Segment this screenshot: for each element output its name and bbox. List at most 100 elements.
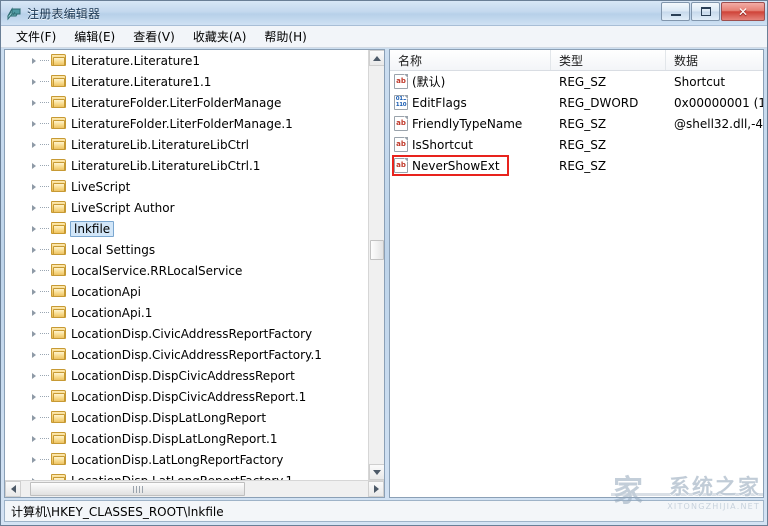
expand-arrow-icon[interactable] bbox=[32, 309, 36, 316]
folder-icon bbox=[51, 159, 66, 172]
chevron-down-icon bbox=[373, 469, 381, 475]
value-name-cell: ab FriendlyTypeName bbox=[390, 116, 551, 131]
tree-scroll-up-button[interactable] bbox=[369, 50, 384, 66]
value-row[interactable]: ab FriendlyTypeName REG_SZ @shell32.dll,-4 bbox=[390, 113, 763, 134]
tree-hscroll-thumb[interactable] bbox=[30, 482, 245, 496]
minimize-icon bbox=[671, 14, 681, 16]
column-header-type[interactable]: 类型 bbox=[551, 50, 666, 70]
tree-node[interactable]: LocationDisp.DispCivicAddressReport bbox=[5, 365, 367, 386]
tree-connector bbox=[40, 291, 49, 293]
tree-node[interactable]: Local Settings bbox=[5, 239, 367, 260]
tree-connector bbox=[40, 186, 49, 188]
tree-scroll-down-button[interactable] bbox=[369, 464, 384, 480]
expand-arrow-icon[interactable] bbox=[32, 456, 36, 463]
tree-connector bbox=[40, 144, 49, 146]
tree-node[interactable]: Literature.Literature1 bbox=[5, 50, 367, 71]
folder-icon bbox=[51, 117, 66, 130]
expand-arrow-icon[interactable] bbox=[32, 372, 36, 379]
value-name-cell: 011 110 EditFlags bbox=[390, 95, 551, 110]
grip-line bbox=[141, 485, 143, 493]
expand-arrow-icon[interactable] bbox=[32, 183, 36, 190]
grip-line bbox=[135, 485, 137, 493]
value-row[interactable]: ab IsShortcut REG_SZ bbox=[390, 134, 763, 155]
tree-node[interactable]: LocationDisp.DispLatLongReport.1 bbox=[5, 428, 367, 449]
tree-node[interactable]: LocationApi bbox=[5, 281, 367, 302]
tree-node[interactable]: LiveScript Author bbox=[5, 197, 367, 218]
folder-icon bbox=[51, 348, 66, 361]
column-header-data[interactable]: 数据 bbox=[666, 50, 763, 70]
tree-node-label: LocalService.RRLocalService bbox=[71, 263, 243, 278]
folder-icon bbox=[51, 306, 66, 319]
tree-node[interactable]: LocationDisp.LatLongReportFactory.1 bbox=[5, 470, 367, 480]
tree-node-label: LiveScript Author bbox=[71, 200, 175, 215]
maximize-icon bbox=[701, 7, 711, 16]
expand-arrow-icon[interactable] bbox=[32, 141, 36, 148]
chevron-left-icon bbox=[10, 485, 16, 493]
tree-node[interactable]: LocationDisp.LatLongReportFactory bbox=[5, 449, 367, 470]
string-value-icon: ab bbox=[394, 158, 408, 173]
chevron-right-icon bbox=[373, 485, 379, 493]
value-name-label: IsShortcut bbox=[412, 137, 473, 152]
expand-arrow-icon[interactable] bbox=[32, 246, 36, 253]
registry-tree[interactable]: Literature.Literature1 Literature.Literat… bbox=[5, 50, 367, 480]
close-icon: ✕ bbox=[737, 4, 749, 19]
menu-edit[interactable]: 编辑(E) bbox=[65, 26, 124, 47]
expand-arrow-icon[interactable] bbox=[32, 288, 36, 295]
tree-scroll-thumb[interactable] bbox=[370, 240, 384, 260]
tree-node-selected[interactable]: lnkfile bbox=[5, 218, 367, 239]
grip-line bbox=[132, 485, 134, 493]
menu-view[interactable]: 查看(V) bbox=[124, 26, 184, 47]
value-data-cell: Shortcut bbox=[674, 74, 726, 89]
tree-node[interactable]: LocationDisp.DispCivicAddressReport.1 bbox=[5, 386, 367, 407]
tree-horizontal-scrollbar[interactable] bbox=[5, 480, 384, 497]
menu-file[interactable]: 文件(F) bbox=[7, 26, 65, 47]
expand-arrow-icon[interactable] bbox=[32, 204, 36, 211]
folder-icon bbox=[51, 390, 66, 403]
expand-arrow-icon[interactable] bbox=[32, 267, 36, 274]
tree-connector bbox=[40, 354, 49, 356]
expand-arrow-icon[interactable] bbox=[32, 435, 36, 442]
value-row[interactable]: ab NeverShowExt REG_SZ bbox=[390, 155, 763, 176]
tree-scroll-right-button[interactable] bbox=[368, 481, 384, 497]
tree-node-label: LiveScript bbox=[71, 179, 131, 194]
tree-node-label: LiteratureFolder.LiterFolderManage bbox=[71, 95, 282, 110]
value-row[interactable]: 011 110 EditFlags REG_DWORD 0x00000001 (1 bbox=[390, 92, 763, 113]
value-data-cell: 0x00000001 (1 bbox=[674, 95, 763, 110]
tree-node[interactable]: LiteratureFolder.LiterFolderManage bbox=[5, 92, 367, 113]
value-row[interactable]: ab (默认) REG_SZ Shortcut bbox=[390, 71, 763, 92]
expand-arrow-icon[interactable] bbox=[32, 78, 36, 85]
maximize-button[interactable] bbox=[691, 2, 720, 21]
tree-node[interactable]: Literature.Literature1.1 bbox=[5, 71, 367, 92]
menu-favorites[interactable]: 收藏夹(A) bbox=[184, 26, 256, 47]
expand-arrow-icon[interactable] bbox=[32, 120, 36, 127]
expand-arrow-icon[interactable] bbox=[32, 393, 36, 400]
tree-node[interactable]: LocationDisp.CivicAddressReportFactory bbox=[5, 323, 367, 344]
tree-node[interactable]: LocalService.RRLocalService bbox=[5, 260, 367, 281]
tree-node[interactable]: LocationDisp.CivicAddressReportFactory.1 bbox=[5, 344, 367, 365]
tree-node-label: Literature.Literature1 bbox=[71, 53, 200, 68]
expand-arrow-icon[interactable] bbox=[32, 99, 36, 106]
tree-node[interactable]: LiteratureLib.LiteratureLibCtrl.1 bbox=[5, 155, 367, 176]
column-header-name[interactable]: 名称 bbox=[390, 50, 551, 70]
menu-help[interactable]: 帮助(H) bbox=[255, 26, 315, 47]
expand-arrow-icon[interactable] bbox=[32, 57, 36, 64]
expand-arrow-icon[interactable] bbox=[32, 162, 36, 169]
string-value-icon: ab bbox=[394, 116, 408, 131]
expand-arrow-icon[interactable] bbox=[32, 414, 36, 421]
tree-node[interactable]: LiteratureFolder.LiterFolderManage.1 bbox=[5, 113, 367, 134]
close-button[interactable]: ✕ bbox=[721, 2, 765, 21]
tree-node[interactable]: LiveScript bbox=[5, 176, 367, 197]
tree-scroll-left-button[interactable] bbox=[5, 481, 21, 497]
tree-vertical-scrollbar[interactable] bbox=[368, 50, 384, 480]
expand-arrow-icon[interactable] bbox=[32, 330, 36, 337]
tree-node[interactable]: LocationApi.1 bbox=[5, 302, 367, 323]
minimize-button[interactable] bbox=[661, 2, 690, 21]
list-body: ab (默认) REG_SZ Shortcut 011 110 EditFlags REG_D… bbox=[390, 71, 763, 497]
tree-connector bbox=[40, 375, 49, 377]
expand-arrow-icon[interactable] bbox=[32, 351, 36, 358]
tree-node[interactable]: LiteratureLib.LiteratureLibCtrl bbox=[5, 134, 367, 155]
tree-node[interactable]: LocationDisp.DispLatLongReport bbox=[5, 407, 367, 428]
tree-node-label: LocationDisp.CivicAddressReportFactory bbox=[71, 326, 313, 341]
window-controls: ✕ bbox=[660, 2, 765, 21]
expand-arrow-icon[interactable] bbox=[32, 225, 36, 232]
